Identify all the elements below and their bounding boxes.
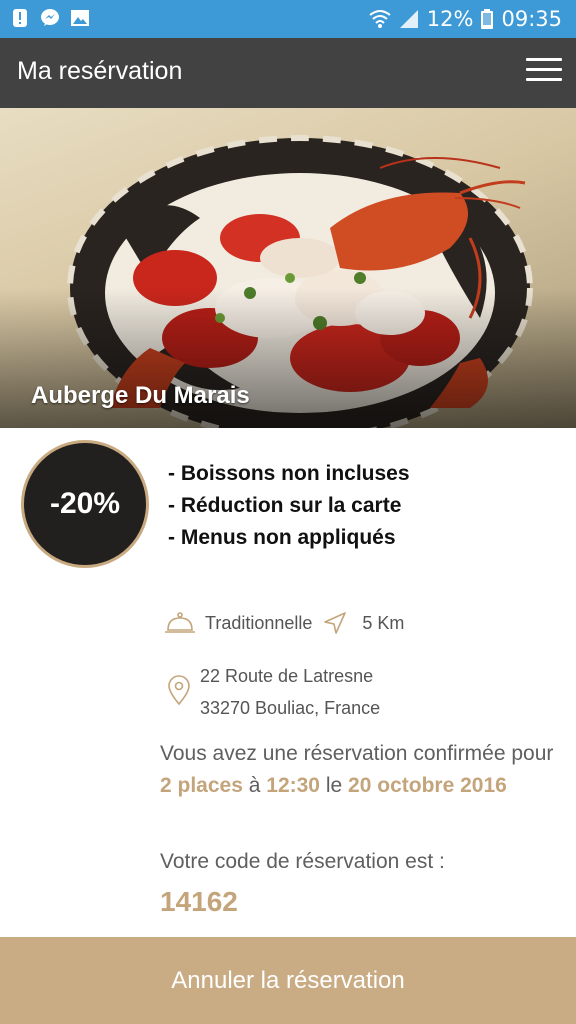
cuisine-type: Traditionnelle xyxy=(205,612,313,633)
condition-item: - Menus non appliqués xyxy=(168,526,396,549)
image-icon xyxy=(70,8,90,28)
cuisine-distance-row: Traditionnelle 5 Km xyxy=(164,610,404,636)
discount-badge: -20% xyxy=(21,440,149,568)
condition-item: - Réduction sur la carte xyxy=(168,494,402,517)
distance: 5 Km xyxy=(362,612,405,633)
condition-item: - Boissons non incluses xyxy=(168,462,410,485)
reservation-prefix: Vous avez une réservation confirmée pour xyxy=(160,742,554,765)
offer-conditions: - Boissons non incluses - Réduction sur … xyxy=(168,458,410,554)
address-line-2: 33270 Bouliac, France xyxy=(200,698,381,718)
reservation-date: 20 octobre 2016 xyxy=(348,774,507,797)
navigation-arrow-icon xyxy=(324,612,347,634)
restaurant-name: Auberge Du Marais xyxy=(31,382,250,409)
on-word: le xyxy=(325,774,343,797)
battery-percent: 12% xyxy=(426,7,474,31)
places-count: 2 places xyxy=(160,774,243,797)
cloche-icon xyxy=(165,612,195,633)
address-line-1: 22 Route de Latresne xyxy=(200,666,374,686)
clock: 09:35 xyxy=(501,7,562,31)
location-pin-icon xyxy=(168,675,190,706)
code-label: Votre code de réservation est : xyxy=(160,850,445,873)
hamburger-menu-icon[interactable] xyxy=(526,58,562,88)
cancel-reservation-button[interactable]: Annuler la réservation xyxy=(0,937,576,1024)
battery-icon xyxy=(481,9,494,29)
alert-icon xyxy=(10,8,30,28)
address-block: 22 Route de Latresne 33270 Bouliac, Fran… xyxy=(164,660,380,724)
reservation-time: 12:30 xyxy=(266,774,320,797)
messenger-icon xyxy=(40,8,60,28)
reservation-code: 14162 xyxy=(160,886,238,917)
reservation-confirmation: Vous avez une réservation confirmée pour… xyxy=(160,738,556,802)
at-word: à xyxy=(248,774,261,797)
signal-icon xyxy=(399,10,418,28)
restaurant-hero-image: Auberge Du Marais xyxy=(0,108,576,428)
app-bar: Ma resérvation xyxy=(0,38,576,108)
wifi-icon xyxy=(369,10,391,28)
status-bar: 12% 09:35 xyxy=(0,0,576,38)
page-title: Ma resérvation xyxy=(17,57,183,85)
